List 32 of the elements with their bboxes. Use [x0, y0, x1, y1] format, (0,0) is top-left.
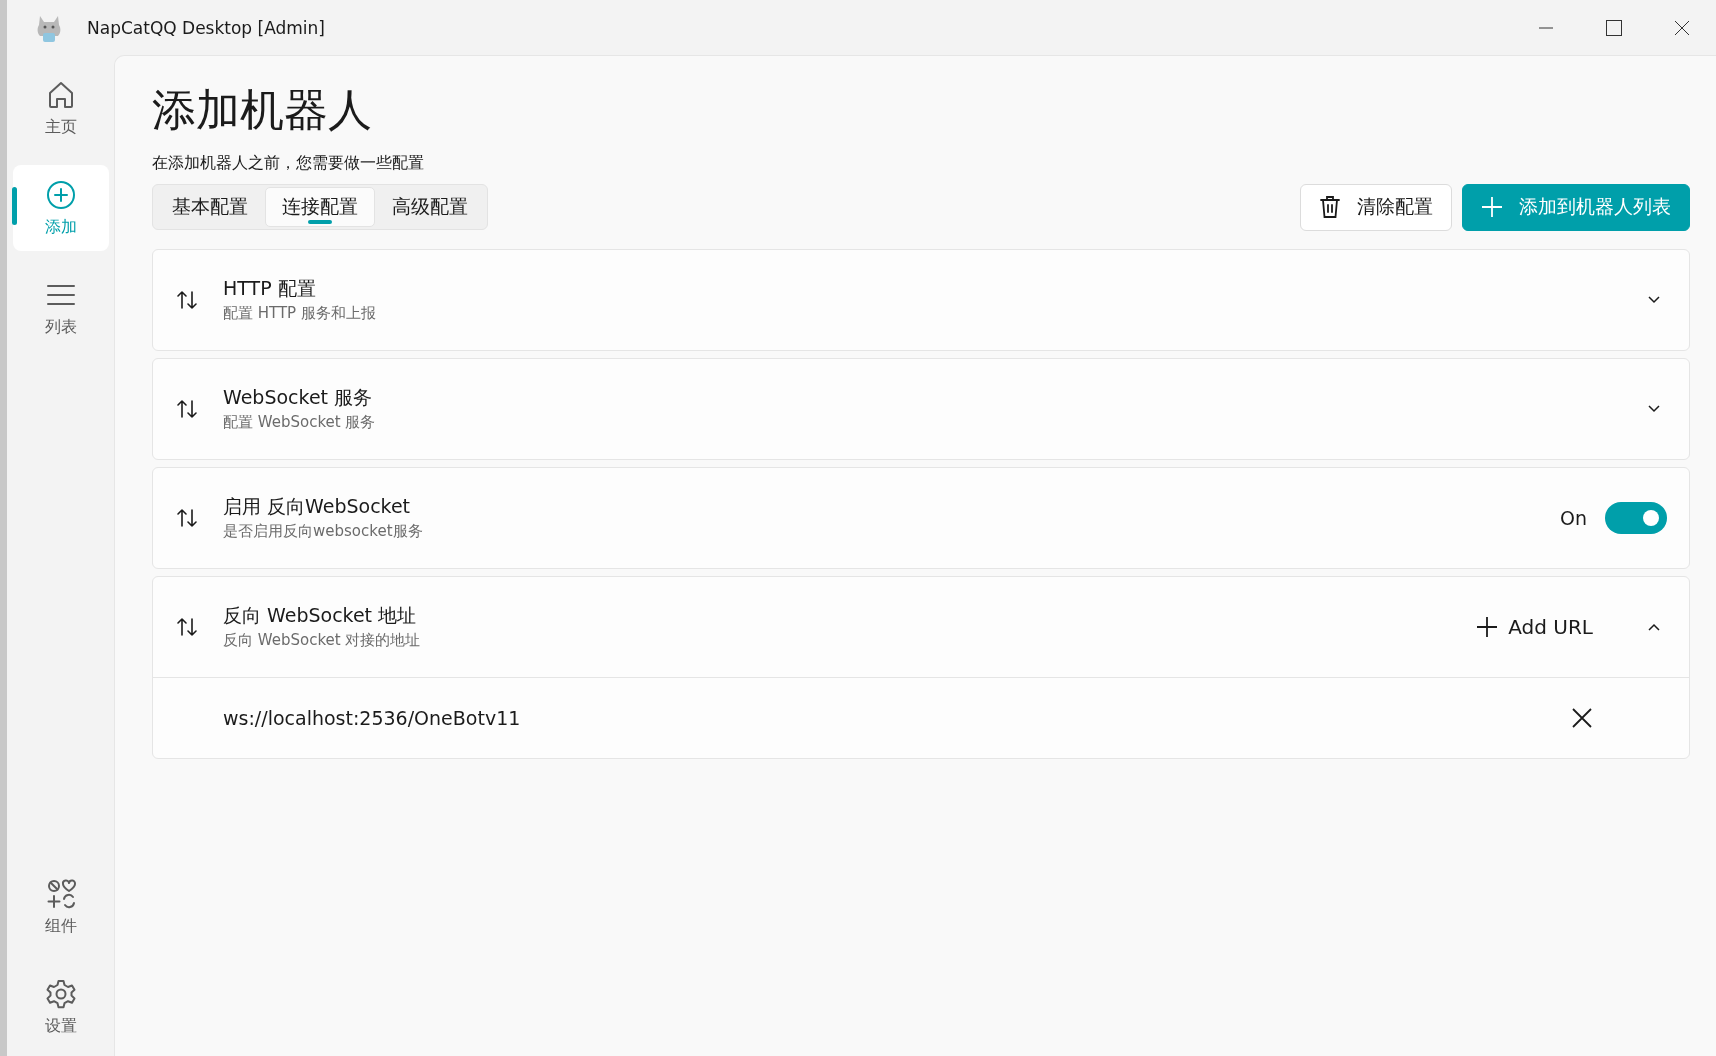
- nav-item[interactable]: 添加: [12, 165, 109, 251]
- clear-button[interactable]: 清除配置: [1300, 183, 1452, 231]
- card-title: 启用 反向WebSocket: [223, 494, 412, 520]
- card-description: 是否启用反向websocket服务: [223, 522, 424, 542]
- card-description: 配置 HTTP 服务和上报: [223, 304, 377, 324]
- tab[interactable]: 连接配置: [265, 187, 375, 228]
- trash-icon: [1319, 195, 1341, 220]
- tab[interactable]: 基本配置: [155, 187, 265, 228]
- plus-icon: [1481, 196, 1503, 219]
- close-icon: [1674, 19, 1690, 36]
- tab[interactable]: 高级配置: [375, 187, 485, 228]
- toggle-state-label: On: [1560, 506, 1587, 529]
- nav-item[interactable]: 组件: [12, 864, 109, 950]
- plus-circle-icon: [44, 178, 77, 211]
- toggle-switch[interactable]: [1605, 501, 1667, 534]
- minimize-icon: [1539, 26, 1553, 29]
- card-title: HTTP 配置: [223, 276, 317, 302]
- page-title: 添加机器人: [152, 84, 373, 137]
- add-url-button[interactable]: Add URL: [1470, 613, 1599, 640]
- window-title: NapCatQQ Desktop [Admin]: [87, 17, 326, 38]
- card-title: 反向 WebSocket 地址: [223, 603, 418, 629]
- url-text: ws://localhost:2536/OneBotv11: [223, 706, 522, 729]
- card-title: WebSocket 服务: [223, 385, 374, 411]
- page-subtitle: 在添加机器人之前，您需要做一些配置: [152, 152, 425, 174]
- plus-icon: [1476, 615, 1499, 638]
- nav-item[interactable]: 设置: [12, 964, 109, 1050]
- card-description: 配置 WebSocket 服务: [223, 413, 377, 433]
- nav-item[interactable]: 列表: [12, 265, 109, 351]
- nav-item[interactable]: 主页: [12, 65, 109, 151]
- maximize-icon: [1606, 19, 1622, 36]
- settings-icon: [44, 977, 77, 1010]
- card-description: 反向 WebSocket 对接的地址: [223, 631, 422, 651]
